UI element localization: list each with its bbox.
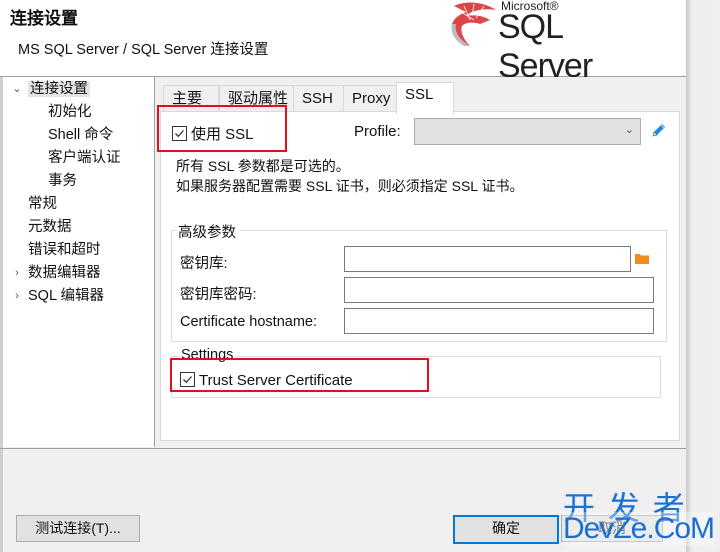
settings-tree: ⌄ 连接设置 初始化 Shell 命令 客户端认证 事务 常规 元数据 错误和超… — [3, 77, 155, 447]
sql-server-logo-icon — [451, 2, 496, 47]
tree-item-shell-commands[interactable]: Shell 命令 — [48, 124, 113, 146]
keystore-label: 密钥库: — [180, 256, 228, 272]
settings-content: 主要 驱动属性 SSH Proxy SSL 使用 SSL Profile: ⌄ … — [155, 77, 686, 447]
highlight-box-use-ssl — [157, 105, 287, 152]
chevron-right-icon[interactable]: › — [10, 262, 24, 284]
tree-item-general[interactable]: 常规 — [28, 193, 57, 215]
test-connection-button[interactable]: 测试连接(T)... — [16, 515, 140, 542]
chevron-down-icon[interactable]: ⌄ — [10, 78, 24, 100]
tree-item-init[interactable]: 初始化 — [48, 101, 92, 123]
tree-item-metadata[interactable]: 元数据 — [28, 216, 72, 238]
cert-hostname-input[interactable] — [344, 308, 654, 334]
tree-item-errors-timeouts[interactable]: 错误和超时 — [28, 239, 101, 261]
tree-item-data-editor[interactable]: › 数据编辑器 — [15, 262, 100, 284]
tree-item-transactions[interactable]: 事务 — [48, 170, 77, 192]
cert-hostname-label: Certificate hostname: — [180, 314, 318, 330]
chevron-down-icon[interactable]: ⌄ — [625, 123, 634, 136]
tree-item-client-auth[interactable]: 客户端认证 — [48, 147, 121, 169]
tab-ssh[interactable]: SSH — [293, 85, 347, 112]
profile-label: Profile: — [354, 123, 401, 140]
window-shadow — [686, 0, 720, 552]
connection-settings-dialog: 连接设置 MS SQL Server / SQL Server 连接设置 Mic… — [0, 0, 686, 552]
tab-ssl[interactable]: SSL — [396, 82, 454, 114]
dialog-header: 连接设置 MS SQL Server / SQL Server 连接设置 Mic… — [0, 0, 686, 85]
tree-item-connection-settings[interactable]: ⌄ 连接设置 — [12, 78, 90, 100]
footer-divider — [0, 448, 686, 449]
chevron-right-icon[interactable]: › — [10, 285, 24, 307]
watermark-line2: DevZe.CoM — [563, 512, 715, 546]
ssl-panel: 使用 SSL Profile: ⌄ 所有 SSL 参数都是可选的。 如果服务器配… — [157, 105, 680, 441]
ssl-info-text: 所有 SSL 参数都是可选的。 如果服务器配置需要 SSL 证书，则必须指定 S… — [176, 158, 524, 194]
pencil-edit-icon[interactable] — [650, 121, 668, 139]
logo-sql-server-text: SQL Server — [498, 8, 593, 85]
dialog-subtitle: MS SQL Server / SQL Server 连接设置 — [18, 42, 269, 58]
keystore-input[interactable] — [344, 246, 631, 272]
keystore-password-label: 密钥库密码: — [180, 287, 257, 303]
ok-button[interactable]: 确定 — [453, 515, 559, 544]
keystore-password-input[interactable] — [344, 277, 654, 303]
sql-server-logo: Microsoft® SQL Server — [444, 0, 664, 85]
profile-select[interactable]: ⌄ — [414, 118, 641, 145]
tree-item-sql-editor[interactable]: › SQL 编辑器 — [15, 285, 104, 307]
advanced-params-title: 高级参数 — [176, 221, 238, 242]
dialog-title: 连接设置 — [10, 9, 78, 28]
tab-proxy[interactable]: Proxy — [343, 85, 403, 112]
folder-browse-icon[interactable] — [635, 253, 649, 264]
highlight-box-trust-certificate — [170, 358, 429, 392]
